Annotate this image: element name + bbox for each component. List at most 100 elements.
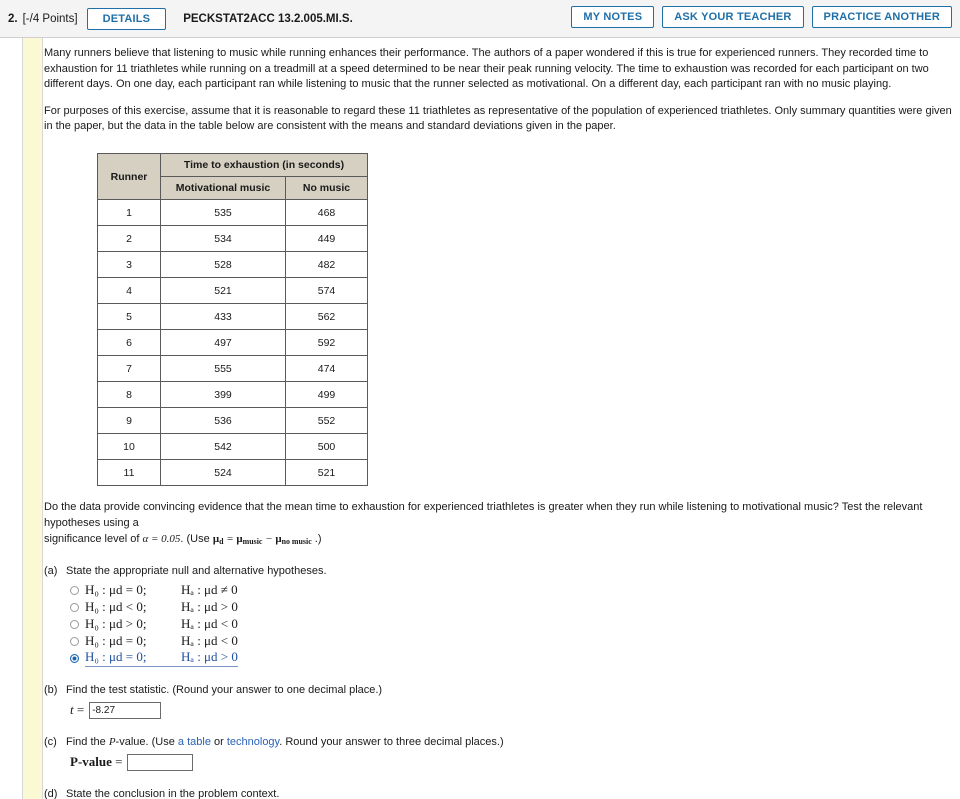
part-a-text: State the appropriate null and alternati… [66, 564, 327, 577]
part-c-label: (c) [44, 735, 57, 748]
ask-your-teacher-button[interactable]: ASK YOUR TEACHER [662, 6, 804, 28]
hypotheses-option-list: H₀ : μd = 0; Hₐ : μd ≠ 0 H₀ : μd < 0; Hₐ… [70, 582, 954, 668]
table-header-row-1: Runner Time to exhaustion (in seconds) [97, 153, 368, 201]
part-c-text-before: Find the [66, 735, 109, 748]
cell-no-music: 449 [285, 225, 368, 253]
cell-no-music: 499 [285, 381, 368, 409]
hypothesis-option-5[interactable]: H₀ : μd = 0; Hₐ : μd > 0 [70, 649, 954, 668]
cell-motivational: 542 [160, 433, 286, 461]
table-row: 6 497 592 [97, 329, 368, 357]
part-c-heading: (c) Find the P-value. (Use a table or tec… [44, 736, 954, 748]
prompt-line-2-mid: . (Use [180, 532, 213, 545]
hypothesis-null-1: H₀ : μd = 0; [85, 582, 147, 598]
mu-nomusic-subscript: no music [281, 536, 312, 546]
radio-icon[interactable] [70, 619, 79, 629]
cell-motivational: 521 [160, 277, 286, 305]
alpha-expression: α = 0.05 [142, 532, 181, 545]
hypothesis-alt-1: Hₐ : μd ≠ 0 [181, 582, 238, 598]
p-value-label-group: P-value = [70, 754, 122, 770]
mu-music-subscript: music [242, 536, 263, 546]
cell-runner: 8 [97, 381, 161, 409]
details-button[interactable]: DETAILS [86, 7, 167, 30]
table-row: 11 524 521 [97, 459, 368, 487]
part-d: (d) State the conclusion in the problem c… [44, 788, 954, 799]
my-notes-button[interactable]: MY NOTES [571, 6, 655, 28]
hypothesis-option-2[interactable]: H₀ : μd < 0; Hₐ : μd > 0 [70, 599, 954, 616]
cell-motivational: 399 [160, 381, 286, 409]
points-badge: [-/4 Points] [22, 12, 78, 25]
prompt-line-2-suffix: .) [311, 532, 322, 545]
prompt-line-1: Do the data provide convincing evidence … [44, 501, 923, 529]
cell-motivational: 555 [160, 355, 286, 383]
cell-runner: 2 [97, 225, 161, 253]
question-header-bar: 2. [-/4 Points] DETAILS PECKSTAT2ACC 13.… [0, 0, 960, 38]
cell-runner: 1 [97, 199, 161, 227]
cell-no-music: 474 [285, 355, 368, 383]
t-equals: = [76, 702, 85, 718]
table-row: 5 433 562 [97, 303, 368, 331]
cell-motivational: 535 [160, 199, 286, 227]
part-b: (b) Find the test statistic. (Round your … [44, 684, 954, 719]
cell-no-music: 592 [285, 329, 368, 357]
p-value-input[interactable] [127, 753, 194, 771]
cell-no-music: 468 [285, 199, 368, 227]
part-d-label: (d) [44, 787, 58, 799]
cell-no-music: 521 [285, 459, 368, 487]
table-row: 3 528 482 [97, 251, 368, 279]
part-c-text-mid: -value. (Use [115, 735, 178, 748]
cell-runner: 9 [97, 407, 161, 435]
question-code: PECKSTAT2ACC 13.2.005.MI.S. [183, 12, 353, 25]
hypothesis-option-3[interactable]: H₀ : μd > 0; Hₐ : μd < 0 [70, 616, 954, 633]
cell-motivational: 536 [160, 407, 286, 435]
cell-motivational: 528 [160, 251, 286, 279]
intro-paragraph-1: Many runners believe that listening to m… [44, 47, 929, 91]
cell-runner: 7 [97, 355, 161, 383]
cell-runner: 11 [97, 459, 161, 487]
cell-runner: 5 [97, 303, 161, 331]
p-italic: P [108, 735, 116, 748]
hypothesis-alt-3: Hₐ : μd < 0 [181, 616, 238, 632]
t-symbol-label: t = [70, 702, 84, 718]
table-row: 10 542 500 [97, 433, 368, 461]
part-a: (a) State the appropriate null and altern… [44, 564, 954, 668]
header-left-group: 2. [-/4 Points] DETAILS PECKSTAT2ACC 13.… [8, 7, 353, 30]
part-d-heading: (d) State the conclusion in the problem c… [44, 788, 954, 799]
hypothesis-alt-4: Hₐ : μd < 0 [181, 633, 238, 649]
table-link[interactable]: a table [178, 736, 211, 748]
cell-runner: 4 [97, 277, 161, 305]
technology-link[interactable]: technology [227, 736, 279, 748]
hypothesis-option-4[interactable]: H₀ : μd = 0; Hₐ : μd < 0 [70, 633, 954, 650]
radio-icon[interactable] [70, 585, 79, 595]
table-row: 2 534 449 [97, 225, 368, 253]
question-number: 2. [8, 12, 18, 25]
table-row: 1 535 468 [97, 199, 368, 227]
cell-no-music: 562 [285, 303, 368, 331]
table-head: Runner Time to exhaustion (in seconds) M… [97, 153, 368, 201]
part-b-heading: (b) Find the test statistic. (Round your … [44, 684, 954, 696]
question-content: Many runners believe that listening to m… [44, 38, 954, 799]
header-right-group: MY NOTES ASK YOUR TEACHER PRACTICE ANOTH… [571, 6, 952, 28]
col-header-runner: Runner [97, 153, 161, 201]
table-row: 4 521 574 [97, 277, 368, 305]
radio-icon[interactable] [70, 602, 79, 612]
page-root: 2. [-/4 Points] DETAILS PECKSTAT2ACC 13.… [0, 0, 960, 799]
cell-motivational: 524 [160, 459, 286, 487]
test-statistic-row: t = [70, 701, 954, 719]
cell-no-music: 500 [285, 433, 368, 461]
cell-no-music: 482 [285, 251, 368, 279]
hypothesis-alt-5: Hₐ : μd > 0 [181, 649, 238, 668]
hypothesis-option-1[interactable]: H₀ : μd = 0; Hₐ : μd ≠ 0 [70, 582, 954, 599]
table-body: 1 535 468 2 534 449 3 528 482 4 521 574 … [97, 199, 368, 487]
col-header-motivational-music: Motivational music [160, 176, 286, 201]
left-highlight-strip [22, 38, 43, 799]
hypothesis-null-2: H₀ : μd < 0; [85, 599, 147, 615]
hypothesis-alt-2: Hₐ : μd > 0 [181, 599, 238, 615]
cell-no-music: 552 [285, 407, 368, 435]
practice-another-button[interactable]: PRACTICE ANOTHER [811, 6, 952, 28]
equals-sign: = [223, 532, 237, 545]
radio-icon-selected[interactable] [70, 653, 79, 663]
radio-icon[interactable] [70, 636, 79, 646]
cell-runner: 6 [97, 329, 161, 357]
minus-sign: − [262, 532, 276, 545]
test-statistic-input[interactable] [89, 701, 162, 719]
